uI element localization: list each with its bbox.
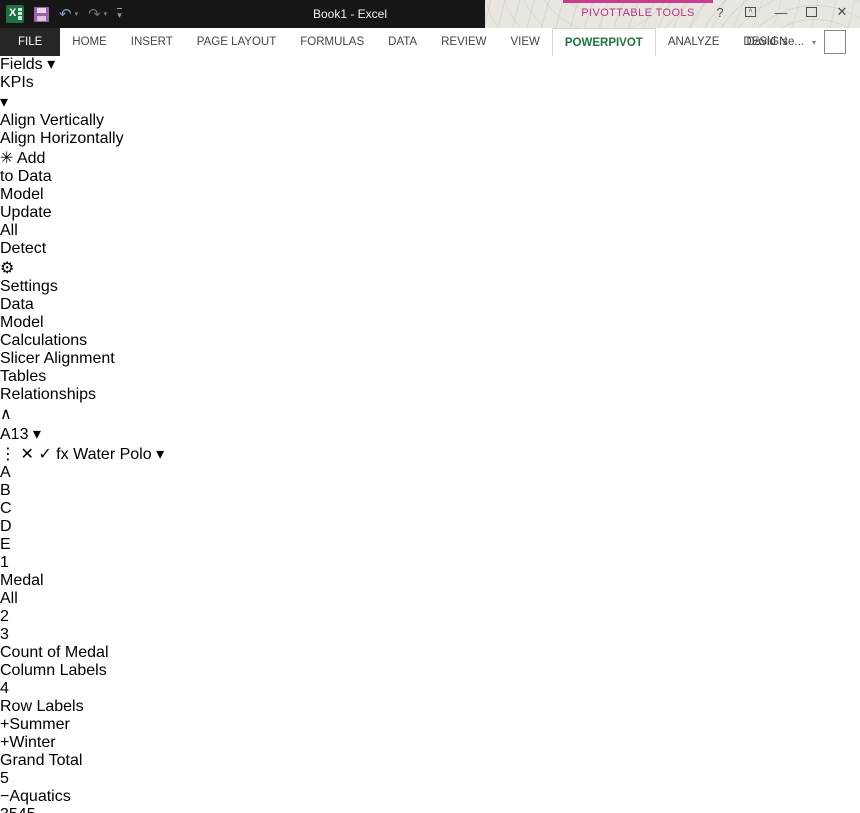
cell-C4[interactable]: +Winter <box>0 734 860 752</box>
ribbon-tab-powerpivot[interactable]: POWERPIVOT <box>552 28 656 56</box>
grid-row: 5−Aquatics35453545 <box>0 770 860 813</box>
customize-qat-icon[interactable]: ▾ <box>117 8 122 21</box>
minimize-button[interactable]: — <box>773 5 789 20</box>
worksheet-grid: ABCDE 1MedalAll23Count of MedalColumn La… <box>0 464 860 813</box>
update-all-button[interactable]: Update All <box>0 204 50 240</box>
group-label-calculations: Calculations <box>0 332 108 350</box>
excel-window: PIVOTTABLE TOOLS ↶▾ ↷▾ ▾ Book1 - Excel ?… <box>0 0 860 813</box>
cancel-entry-icon[interactable]: ✕ <box>20 446 33 463</box>
group-label-slicer-alignment: Slicer Alignment <box>0 350 130 368</box>
kpis-button[interactable]: KPIs ▾ <box>0 74 36 112</box>
ribbon-tab-row: FILEHOMEINSERTPAGE LAYOUTFORMULASDATAREV… <box>0 28 860 56</box>
row-header-4[interactable]: 4 <box>0 680 860 698</box>
cell-text: Count of Medal <box>0 644 109 661</box>
group-label-relationships: Relationships <box>0 386 74 404</box>
align-vertically-button[interactable]: Align Vertically <box>0 112 860 130</box>
contextual-tool-stripe <box>563 0 713 3</box>
ribbon-tab-analyze[interactable]: ANALYZE <box>656 28 732 56</box>
ribbon-tab-review[interactable]: REVIEW <box>429 28 498 56</box>
excel-app-icon[interactable] <box>6 5 24 23</box>
cell-text: 3545 <box>0 806 36 813</box>
redo-dropdown-icon[interactable]: ▾ <box>104 10 108 18</box>
group-label-tables: Tables <box>0 368 124 386</box>
column-header-B[interactable]: B <box>0 482 133 500</box>
undo-icon[interactable]: ↶ <box>59 7 72 22</box>
detect-relationships-button[interactable]: Detect <box>0 240 54 258</box>
document-title: Book1 - Excel <box>250 7 450 21</box>
cell-A4[interactable]: Row Labels <box>0 698 860 716</box>
ribbon-tab-page-layout[interactable]: PAGE LAYOUT <box>185 28 288 56</box>
ribbon-tab-insert[interactable]: INSERT <box>119 28 185 56</box>
cell-A5[interactable]: −Aquatics <box>0 788 860 806</box>
column-header-E[interactable]: E <box>0 536 18 554</box>
formula-bar: A13 ▾ ⋮ ✕ ✓ fx Water Polo ▾ <box>0 424 860 464</box>
name-box[interactable]: A13 ▾ <box>0 424 860 444</box>
settings-gears-icon: ⚙ <box>0 260 14 277</box>
ribbon-tab-file[interactable]: FILE <box>0 28 60 56</box>
redo-icon[interactable]: ↷ <box>88 7 101 22</box>
cell-B5[interactable]: 3545 <box>0 806 860 813</box>
ribbon-tab-view[interactable]: VIEW <box>498 28 551 56</box>
expand-icon[interactable]: + <box>0 716 9 733</box>
column-headers: ABCDE <box>0 464 860 554</box>
ribbon: Manage fx Calculated Fields ▾ KPIs ▾ Ali… <box>0 0 860 424</box>
insert-function-icon[interactable]: fx <box>56 446 68 463</box>
cell-B1[interactable]: All <box>0 590 860 608</box>
row-header-1[interactable]: 1 <box>0 554 860 572</box>
row-header-3[interactable]: 3 <box>0 626 860 644</box>
account-name[interactable]: David Ise... <box>746 36 804 48</box>
align-horizontally-button[interactable]: Align Horizontally <box>0 130 860 148</box>
expand-formula-bar-icon[interactable]: ▾ <box>156 446 164 463</box>
cell-text: Medal <box>0 572 44 589</box>
title-bar: PIVOTTABLE TOOLS ↶▾ ↷▾ ▾ Book1 - Excel ?… <box>0 0 860 28</box>
add-to-data-model-button[interactable]: ✳ Add to Data Model <box>0 148 60 204</box>
cell-A1[interactable]: Medal <box>0 572 860 590</box>
row-header-5[interactable]: 5 <box>0 770 860 788</box>
grid-row: 4Row Labels+Summer+WinterGrand Total <box>0 680 860 770</box>
column-header-A[interactable]: A <box>0 464 261 482</box>
column-header-D[interactable]: D <box>0 518 80 536</box>
ribbon-tab-home[interactable]: HOME <box>60 28 119 56</box>
row-header-2[interactable]: 2 <box>0 608 860 626</box>
ribbon-tab-formulas[interactable]: FORMULAS <box>288 28 376 56</box>
help-button[interactable]: ? <box>712 5 728 20</box>
grid-row: 2 <box>0 608 860 626</box>
close-button[interactable]: ✕ <box>834 4 850 20</box>
cell-D4[interactable]: Grand Total <box>0 752 860 770</box>
settings-button[interactable]: ⚙ Settings <box>0 258 52 296</box>
group-label-data-model: Data Model <box>0 296 68 332</box>
account-dropdown-icon[interactable]: ▾ <box>812 38 816 47</box>
kpis-dropdown-icon: ▾ <box>0 94 8 111</box>
cell-text: Row Labels <box>0 698 84 715</box>
maximize-button[interactable] <box>806 7 817 17</box>
formula-bar-grip[interactable]: ⋮ <box>0 446 16 463</box>
name-box-dropdown-icon[interactable]: ▾ <box>33 426 41 443</box>
cell-text: Winter <box>9 734 55 751</box>
grid-row: 3Count of MedalColumn Labels <box>0 626 860 680</box>
save-icon[interactable] <box>34 7 49 22</box>
cell-B4[interactable]: +Summer <box>0 716 860 734</box>
column-header-C[interactable]: C <box>0 500 69 518</box>
cell-text: Column Labels <box>0 662 107 679</box>
cell-A3[interactable]: Count of Medal <box>0 644 860 662</box>
account-avatar[interactable] <box>824 30 846 54</box>
quick-access-toolbar: ↶▾ ↷▾ ▾ <box>6 3 122 25</box>
cell-text: Aquatics <box>9 788 70 805</box>
collapse-ribbon-icon[interactable]: ∧ <box>0 404 860 424</box>
contextual-tool-title: PIVOTTABLE TOOLS <box>563 7 713 19</box>
formula-content[interactable]: Water Polo <box>73 446 152 463</box>
cell-B3[interactable]: Column Labels <box>0 662 860 680</box>
undo-dropdown-icon[interactable]: ▾ <box>75 10 79 18</box>
confirm-entry-icon[interactable]: ✓ <box>38 446 51 463</box>
grid-row: 1MedalAll <box>0 554 860 608</box>
collapse-icon[interactable]: − <box>0 788 9 805</box>
expand-icon[interactable]: + <box>0 734 9 751</box>
grid-body: 1MedalAll23Count of MedalColumn Labels4R… <box>0 554 860 813</box>
cell-text: Summer <box>9 716 69 733</box>
add-to-data-model-icon: ✳ <box>0 150 13 167</box>
cell-text: Grand Total <box>0 752 82 769</box>
ribbon-display-options-button[interactable]: ˄ <box>745 7 756 17</box>
cell-text: All <box>0 590 18 607</box>
ribbon-tab-data[interactable]: DATA <box>376 28 429 56</box>
